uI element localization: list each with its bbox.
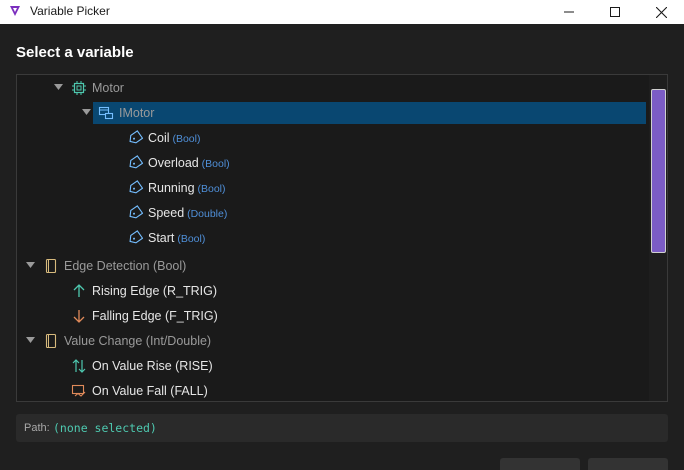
path-bar: Path: (none selected) [16,414,668,442]
tree-item-label: Motor [92,81,124,95]
scrollbar-thumb[interactable] [651,89,666,253]
app-logo-icon [10,6,20,16]
selection-highlight [93,102,646,124]
tree-item-start[interactable]: Start (Bool) [17,227,649,249]
tree-item-label: Rising Edge (R_TRIG) [92,284,218,298]
tag-icon [127,230,144,246]
tree-rows: Motor IMotor Coil (Bool) Overload (Bool) Run… [17,75,649,401]
tree-item-label: Edge Detection (Bool) [64,259,187,273]
expand-arrow-icon[interactable] [54,84,63,91]
dialog-heading: Select a variable [16,44,134,61]
tree-item-on-value-rise-rise[interactable]: On Value Rise (RISE) [17,355,649,377]
variable-tree[interactable]: Motor IMotor Coil (Bool) Overload (Bool) Run… [16,74,668,402]
tree-item-label: Running (Bool) [148,181,226,195]
path-label: Path: [24,422,50,434]
tag-icon [127,130,144,146]
cancel-button[interactable] [588,458,668,470]
maximize-button[interactable] [592,0,638,24]
maximize-icon [610,7,620,17]
window-title: Variable Picker [30,4,110,18]
tree-item-value-change-int-double[interactable]: Value Change (Int/Double) [17,330,649,352]
interface-icon [98,105,114,121]
arrow-down-icon [71,308,87,324]
tree-item-label: Start (Bool) [148,231,206,245]
tree-item-type: (Double) [184,208,228,220]
tree-scrollbar[interactable] [649,75,667,401]
tag-icon [127,180,144,196]
tree-item-running[interactable]: Running (Bool) [17,177,649,199]
category-icon [43,333,59,349]
tag-icon [127,205,144,221]
tree-item-rising-edge-r-trig[interactable]: Rising Edge (R_TRIG) [17,280,649,302]
value-fall-icon [71,383,87,399]
ok-button[interactable] [500,458,580,470]
minimize-icon [564,11,574,13]
tree-item-label: On Value Fall (FALL) [92,384,208,398]
tree-item-edge-detection-bool[interactable]: Edge Detection (Bool) [17,255,649,277]
tree-item-type: (Bool) [198,158,230,170]
minimize-button[interactable] [546,0,592,24]
up-down-arrows-icon [71,358,87,374]
tree-item-type: (Bool) [174,233,206,245]
title-bar: Variable Picker [0,0,684,24]
category-icon [43,258,59,274]
tree-item-on-value-fall-fall[interactable]: On Value Fall (FALL) [17,380,649,401]
tree-item-type: (Bool) [169,133,201,145]
tree-item-overload[interactable]: Overload (Bool) [17,152,649,174]
close-icon [655,6,667,18]
tree-item-label: Overload (Bool) [148,156,230,170]
tree-item-type: (Bool) [194,183,226,195]
expand-arrow-icon[interactable] [82,109,91,116]
tag-icon [127,155,144,171]
tree-item-label: Value Change (Int/Double) [64,334,212,348]
tree-item-speed[interactable]: Speed (Double) [17,202,649,224]
arrow-up-icon [71,283,87,299]
tree-item-label: Falling Edge (F_TRIG) [92,309,218,323]
tree-item-motor[interactable]: Motor [17,77,649,99]
tree-item-label: IMotor [119,106,155,120]
tree-item-label: Coil (Bool) [148,131,201,145]
path-value: (none selected) [53,421,157,435]
expand-arrow-icon[interactable] [26,337,35,344]
expand-arrow-icon[interactable] [26,262,35,269]
tree-item-imotor[interactable]: IMotor [17,102,649,124]
tree-item-coil[interactable]: Coil (Bool) [17,127,649,149]
tree-item-label: On Value Rise (RISE) [92,359,213,373]
close-button[interactable] [638,0,684,24]
tree-item-label: Speed (Double) [148,206,228,220]
tree-item-falling-edge-f-trig[interactable]: Falling Edge (F_TRIG) [17,305,649,327]
chip-icon [71,80,87,96]
